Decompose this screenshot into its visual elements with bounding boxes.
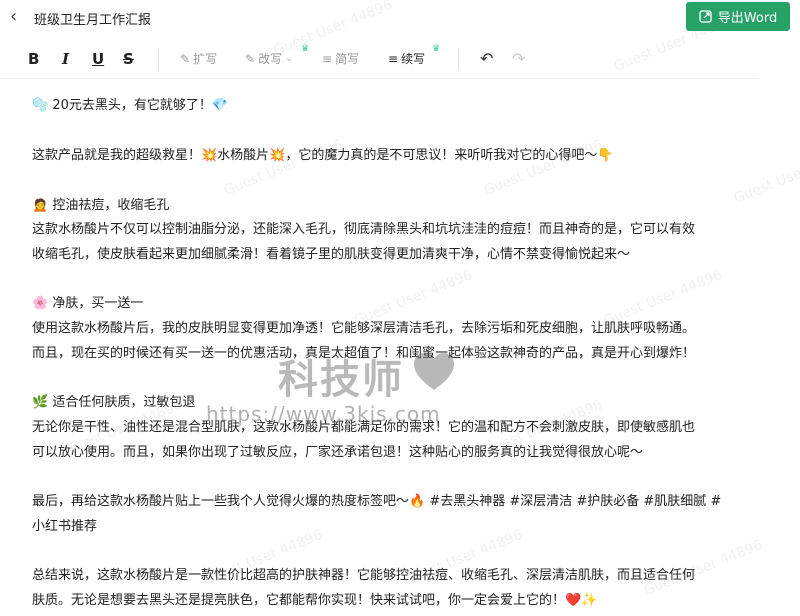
doc-line: 收缩毛孔，使皮肤看起来更加细腻柔滑！看着镜子里的肌肤变得更加清爽干净，心情不禁变… bbox=[32, 247, 631, 262]
vip-crown-icon: ♛ bbox=[432, 44, 441, 54]
doc-line: 🙍 控油祛痘，收缩毛孔 bbox=[32, 198, 170, 213]
expand-button[interactable]: ✎ 扩写 bbox=[180, 49, 217, 69]
doc-line: 小红书推荐 bbox=[32, 519, 98, 534]
top-bar: ‹ 班级卫生月工作汇报 导出Word bbox=[0, 0, 800, 36]
back-arrow-icon[interactable]: ‹ bbox=[10, 7, 17, 27]
doc-line: 🫧 20元去黑头，有它就够了！💎 bbox=[32, 98, 229, 113]
editor-toolbar: B I U S ✎ 扩写 ✎ 改写 ⌄ ♛ ≡ 简写 ≡ 续写 ♛ ↶ ↷ bbox=[0, 40, 758, 79]
doc-line: 🌿 适合任何肤质，过敏包退 bbox=[32, 395, 196, 410]
toolbar-divider bbox=[158, 48, 159, 70]
continue-icon: ≡ bbox=[388, 52, 399, 66]
watermark: Guest User 44896 bbox=[731, 145, 800, 208]
rewrite-label: 改写 bbox=[258, 52, 283, 66]
bold-button[interactable]: B bbox=[28, 49, 39, 69]
site-url: https://www.3kjs.com bbox=[206, 402, 441, 426]
doc-line: 使用这款水杨酸片后，我的皮肤明显变得更加净透！它能够深层清洁毛孔，去除污垢和死皮… bbox=[32, 321, 696, 336]
doc-line: 肤质。无论是想要去黑头还是提亮肤色，它都能帮你实现！快来试试吧，你一定会爱上它的… bbox=[32, 593, 598, 608]
expand-icon: ✎ bbox=[180, 52, 191, 66]
continue-button[interactable]: ≡ 续写 bbox=[388, 49, 425, 69]
chevron-down-icon: ⌄ bbox=[285, 53, 294, 64]
continue-label: 续写 bbox=[401, 52, 426, 66]
export-word-button[interactable]: 导出Word bbox=[686, 2, 790, 31]
underline-button[interactable]: U bbox=[92, 49, 104, 69]
simplify-button[interactable]: ≡ 简写 bbox=[322, 49, 359, 69]
redo-icon[interactable]: ↷ bbox=[512, 49, 525, 69]
doc-line: 总结来说，这款水杨酸片是一款性价比超高的护肤神器！它能够控油祛痘、收缩毛孔、深层… bbox=[32, 568, 696, 583]
strikethrough-button[interactable]: S bbox=[123, 49, 134, 69]
site-logo-text: 科技师 bbox=[278, 357, 404, 403]
simplify-icon: ≡ bbox=[322, 52, 333, 66]
simplify-label: 简写 bbox=[335, 52, 360, 66]
italic-button[interactable]: I bbox=[62, 49, 69, 69]
toolbar-divider bbox=[458, 48, 459, 70]
export-icon bbox=[699, 10, 712, 23]
rewrite-button[interactable]: ✎ 改写 ⌄ bbox=[245, 49, 293, 69]
page-title: 班级卫生月工作汇报 bbox=[34, 13, 152, 28]
doc-line: 🌸 净肤，买一送一 bbox=[32, 296, 144, 311]
vip-crown-icon: ♛ bbox=[301, 44, 310, 54]
doc-line: 这款水杨酸片不仅可以控制油脂分泌，还能深入毛孔，彻底清除黑头和坑坑洼洼的痘痘！而… bbox=[32, 222, 696, 237]
doc-line: 这款产品就是我的超级救星！💥水杨酸片💥，它的魔力真的是不可思议！来听听我对它的心… bbox=[32, 148, 614, 163]
export-word-label: 导出Word bbox=[717, 11, 778, 26]
heart-icon bbox=[414, 353, 454, 390]
doc-line: 可以放心使用。而且，如果你出现了过敏反应，厂家还承诺包退！这种贴心的服务真的让我… bbox=[32, 445, 644, 460]
rewrite-icon: ✎ bbox=[245, 52, 256, 66]
undo-icon[interactable]: ↶ bbox=[480, 49, 493, 69]
expand-label: 扩写 bbox=[193, 52, 218, 66]
doc-line: 最后，再给这款水杨酸片贴上一些我个人觉得火爆的热度标签吧～🔥 #去黑头神器 #深… bbox=[32, 494, 722, 509]
